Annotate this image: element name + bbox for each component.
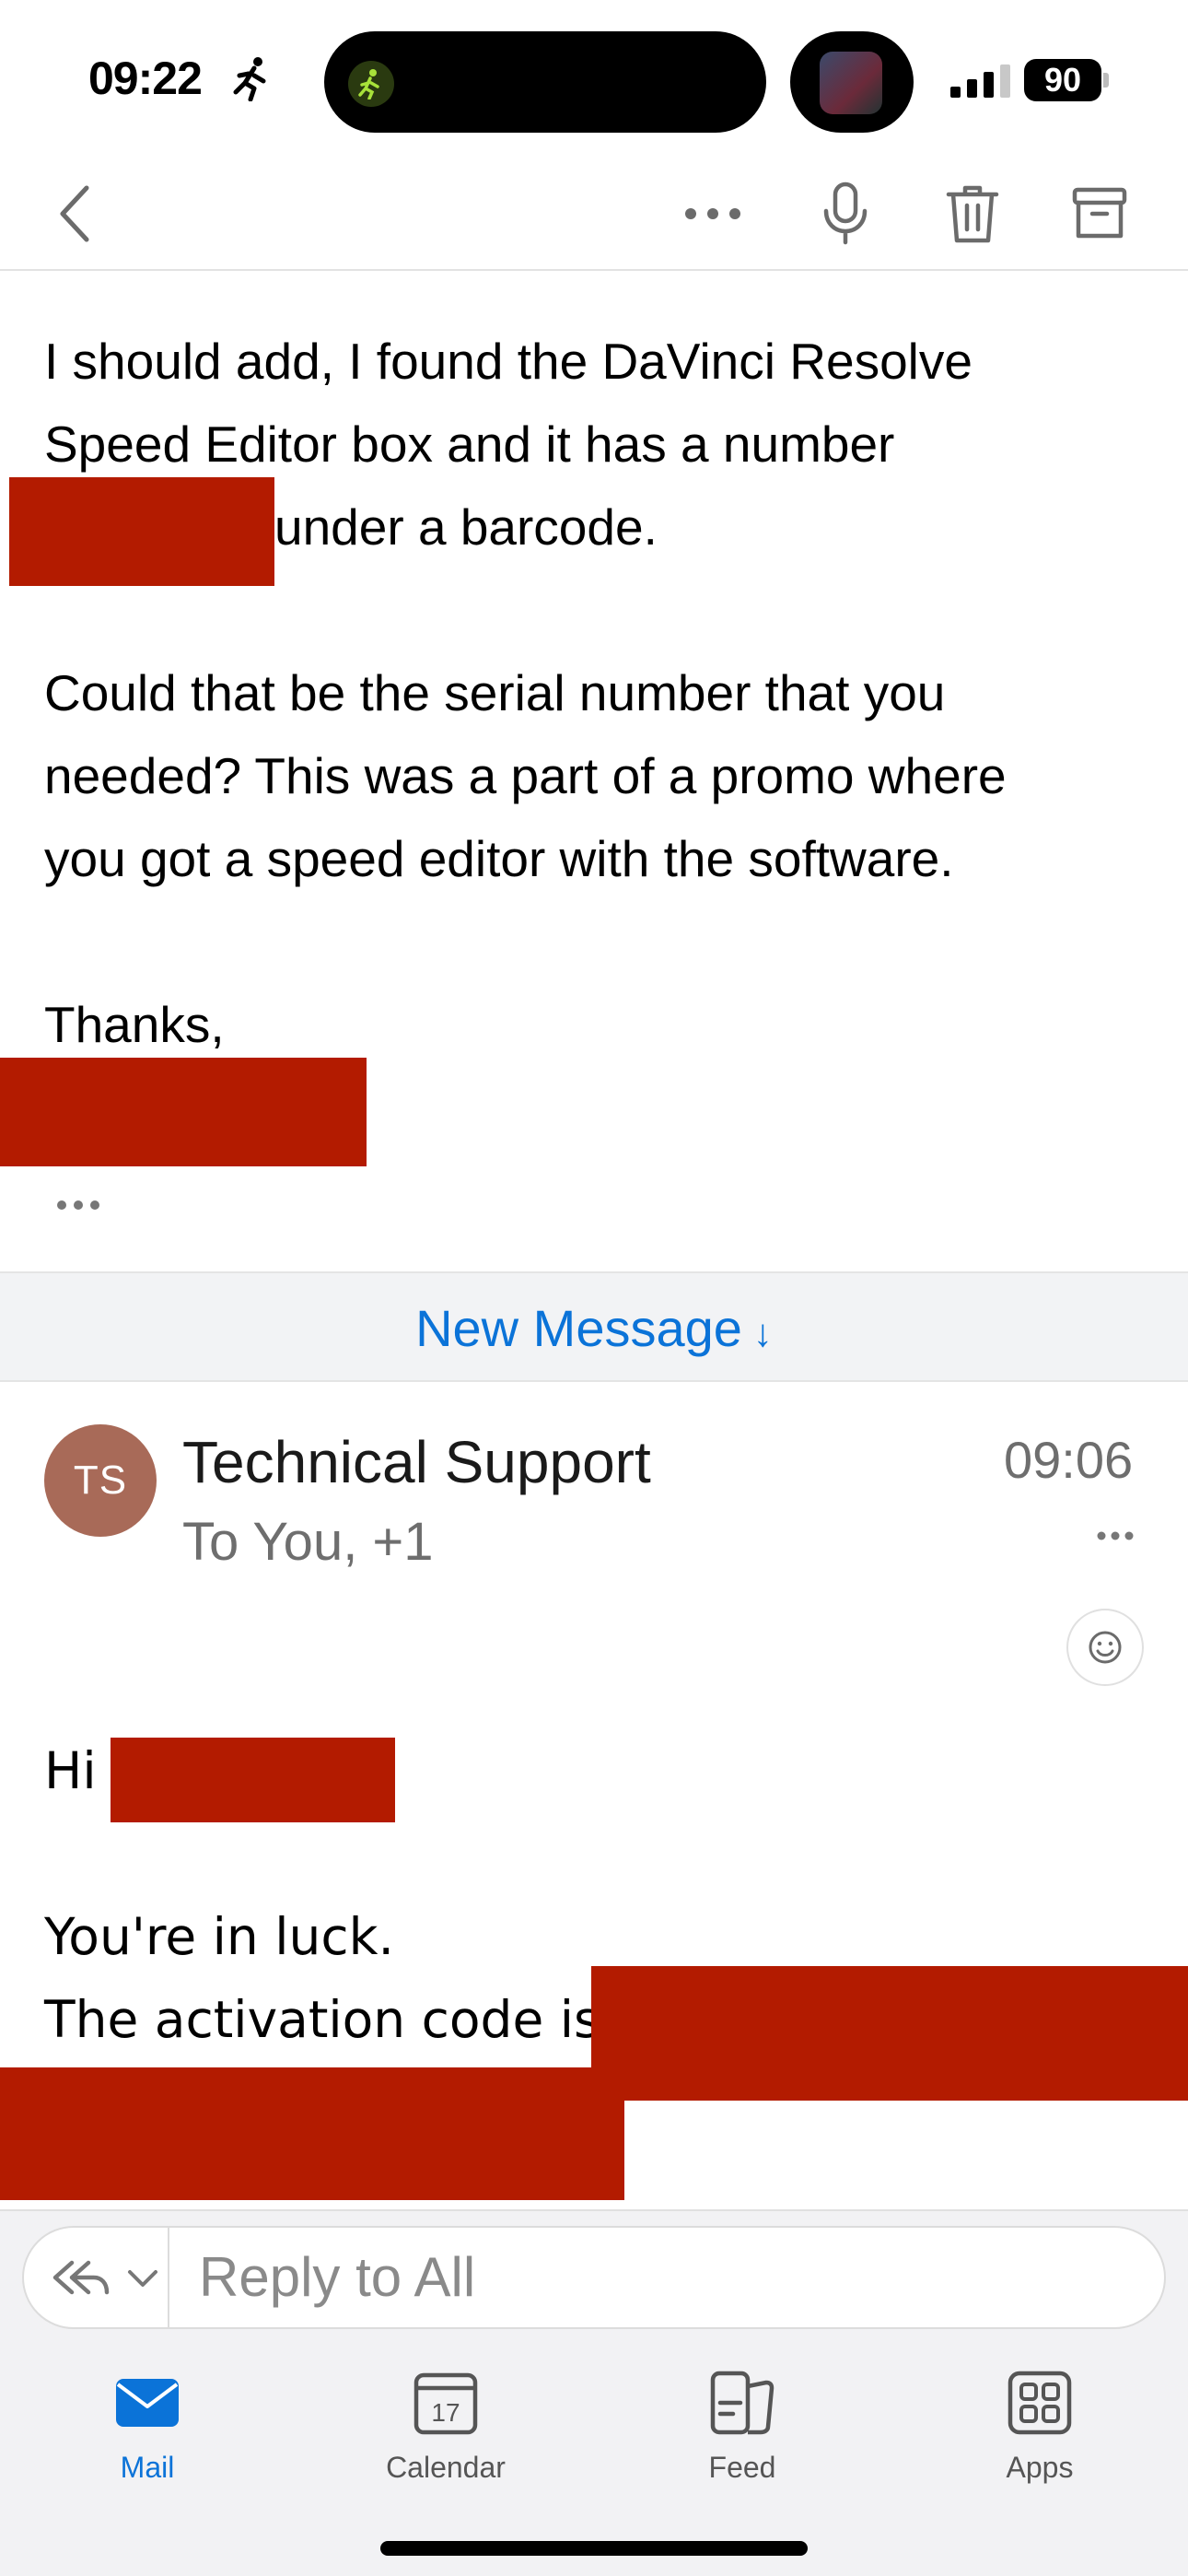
- cellular-signal-icon: [950, 64, 1010, 98]
- tab-feed[interactable]: Feed: [650, 2366, 834, 2495]
- status-bar: 09:22 90: [0, 0, 1188, 157]
- reaction-button[interactable]: [1066, 1609, 1144, 1686]
- calendar-icon: 17: [413, 2372, 478, 2435]
- home-indicator[interactable]: [380, 2541, 808, 2556]
- apps-icon: [1007, 2371, 1072, 2435]
- message-toolbar: [0, 157, 1188, 271]
- back-chevron-icon: [60, 185, 89, 242]
- redacted-activation-code: [0, 2067, 624, 2200]
- redacted-block: [9, 477, 274, 586]
- previous-message-closing: Thanks,: [44, 996, 225, 1053]
- battery-icon: 90: [1024, 59, 1109, 101]
- back-button[interactable]: [37, 175, 114, 252]
- more-button[interactable]: [674, 175, 751, 252]
- message-time: 09:06: [1004, 1431, 1134, 1489]
- message-line: You're in luck.: [44, 1907, 394, 1966]
- activity-icon: [348, 61, 394, 107]
- more-icon: [685, 208, 740, 219]
- redacted-name: [111, 1738, 395, 1822]
- delete-button[interactable]: [934, 175, 1011, 252]
- chevron-down-icon: [128, 2270, 157, 2287]
- previous-message-line: I should add, I found the DaVinci Resolv…: [44, 333, 973, 390]
- feed-icon: [710, 2371, 775, 2435]
- smiley-icon: [1089, 1631, 1122, 1664]
- new-message-bar[interactable]: New Message ↓: [0, 1271, 1188, 1382]
- reply-field[interactable]: Reply to All: [22, 2226, 1166, 2329]
- previous-message-line: Speed Editor box and it has a number: [44, 416, 895, 473]
- previous-message-line: you got a speed editor with the software…: [44, 830, 954, 887]
- redacted-signature: [0, 1058, 367, 1166]
- tab-label: Apps: [1006, 2451, 1074, 2484]
- arrow-down-icon: ↓: [752, 1311, 773, 1354]
- tab-mail[interactable]: Mail: [55, 2366, 239, 2495]
- archive-icon: [1072, 187, 1127, 239]
- redacted-activation-code: [591, 1966, 1188, 2101]
- recipients[interactable]: To You, +1: [182, 1511, 434, 1573]
- reply-all-icon: [52, 2260, 110, 2295]
- mail-icon: [116, 2379, 179, 2427]
- previous-message-line: under a barcode.: [274, 498, 658, 556]
- dynamic-island[interactable]: [324, 31, 766, 133]
- tab-label: Feed: [708, 2451, 776, 2484]
- show-quoted-text-icon[interactable]: [55, 1194, 101, 1216]
- media-thumbnail: [820, 52, 882, 114]
- microphone-icon: [823, 181, 868, 245]
- tab-calendar[interactable]: 17 Calendar: [354, 2366, 538, 2495]
- sender-name[interactable]: Technical Support: [182, 1428, 651, 1496]
- message-line: The activation code is: [44, 1990, 600, 2049]
- avatar[interactable]: TS: [44, 1424, 157, 1537]
- status-time: 09:22: [88, 53, 203, 104]
- running-icon: [233, 57, 266, 101]
- message-more-icon[interactable]: [1096, 1529, 1135, 1542]
- calendar-day: 17: [431, 2398, 460, 2427]
- tab-apps[interactable]: Apps: [948, 2366, 1132, 2495]
- message-greeting: Hi: [44, 1741, 97, 1800]
- tab-label: Mail: [120, 2451, 175, 2484]
- tab-label: Calendar: [386, 2451, 506, 2484]
- previous-message-line: Could that be the serial number that you: [44, 664, 946, 721]
- reply-placeholder: Reply to All: [199, 2246, 476, 2308]
- dictate-button[interactable]: [807, 175, 884, 252]
- archive-button[interactable]: [1061, 175, 1138, 252]
- reply-mode-selector[interactable]: [24, 2228, 169, 2327]
- new-message-label: New Message: [415, 1299, 742, 1357]
- trash-icon: [946, 185, 999, 243]
- media-activity[interactable]: [790, 31, 914, 133]
- previous-message-line: needed? This was a part of a promo where: [44, 747, 1007, 804]
- battery-level: 90: [1024, 59, 1101, 101]
